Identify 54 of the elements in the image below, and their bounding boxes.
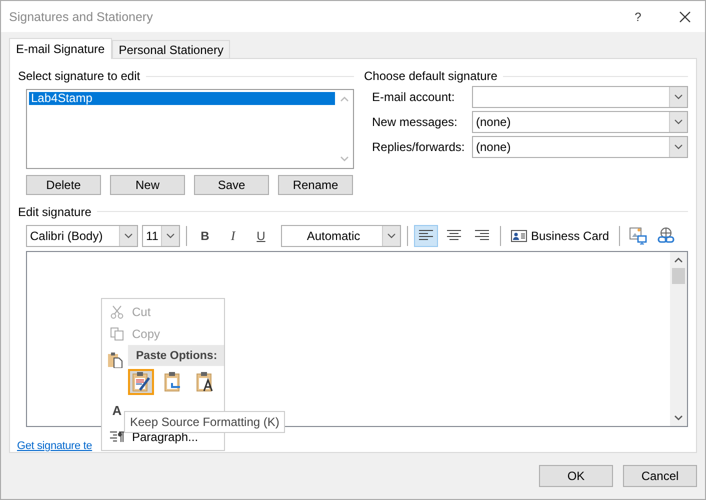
field-label: New messages: — [372, 114, 458, 128]
insert-picture-icon[interactable] — [629, 226, 648, 245]
hyperlink-icon[interactable] — [657, 226, 676, 245]
dropdown[interactable]: (none) — [472, 110, 688, 132]
tab[interactable]: E-mail Signature — [9, 38, 112, 59]
paste-icon — [107, 352, 123, 368]
dialog-button[interactable]: OK — [539, 465, 613, 487]
chevron-down-icon — [387, 232, 396, 239]
link[interactable]: Get signature te — [17, 440, 92, 452]
dialog-button[interactable]: Rename — [278, 175, 353, 195]
menu-item[interactable]: Paragraph... — [132, 430, 198, 444]
align-right-icon — [475, 230, 489, 242]
dropdown[interactable]: (none) — [472, 136, 688, 158]
align-left-button[interactable] — [414, 224, 438, 247]
font-size-dropdown[interactable]: 11 — [142, 224, 180, 247]
color-dropdown[interactable]: Automatic — [281, 224, 401, 247]
underline-button[interactable]: U — [249, 224, 273, 247]
tooltip: Keep Source Formatting (K) — [124, 411, 286, 433]
chevron-down-icon — [166, 232, 175, 239]
list-item[interactable]: Lab4Stamp — [29, 92, 335, 105]
scroll-down-icon[interactable] — [674, 415, 683, 421]
section-heading: Select signature to edit — [18, 69, 140, 83]
section-heading: Edit signature — [18, 204, 92, 219]
scrollbar[interactable] — [670, 252, 687, 426]
scissors-icon — [110, 305, 124, 319]
chevron-down-icon — [124, 232, 133, 239]
dialog-button[interactable]: Delete — [26, 175, 101, 195]
section-heading: Choose default signature — [364, 69, 498, 83]
chevron-down-icon — [674, 94, 683, 100]
align-center-icon — [447, 230, 461, 242]
help-button[interactable]: ? — [623, 10, 653, 24]
field-label: E-mail account: — [372, 90, 456, 104]
business-card-button[interactable]: Business Card — [507, 224, 614, 247]
contact-card-icon — [511, 230, 527, 242]
copy-icon — [110, 327, 124, 341]
chevron-down-icon — [674, 144, 683, 150]
paste-option-icon[interactable] — [128, 369, 154, 395]
bold-button[interactable]: B — [193, 224, 217, 247]
field-label: Replies/forwards: — [372, 140, 462, 154]
dialog-button[interactable]: Cancel — [623, 465, 697, 487]
scroll-thumb[interactable] — [672, 268, 685, 284]
align-left-icon — [419, 230, 433, 242]
italic-button[interactable]: I — [221, 224, 245, 247]
close-icon[interactable] — [679, 10, 691, 22]
dialog-button[interactable]: New — [110, 175, 185, 195]
tab[interactable]: Personal Stationery — [112, 40, 230, 58]
menu-header: Paste Options: — [136, 350, 218, 362]
dialog-button[interactable]: Save — [194, 175, 269, 195]
font-icon: A — [112, 402, 122, 418]
paragraph-icon — [110, 431, 124, 443]
window-title: Signatures and Stationery — [9, 10, 154, 24]
scroll-up-icon[interactable] — [674, 256, 683, 263]
chevron-down-icon — [674, 118, 683, 124]
font-dropdown[interactable]: Calibri (Body) — [26, 224, 138, 247]
